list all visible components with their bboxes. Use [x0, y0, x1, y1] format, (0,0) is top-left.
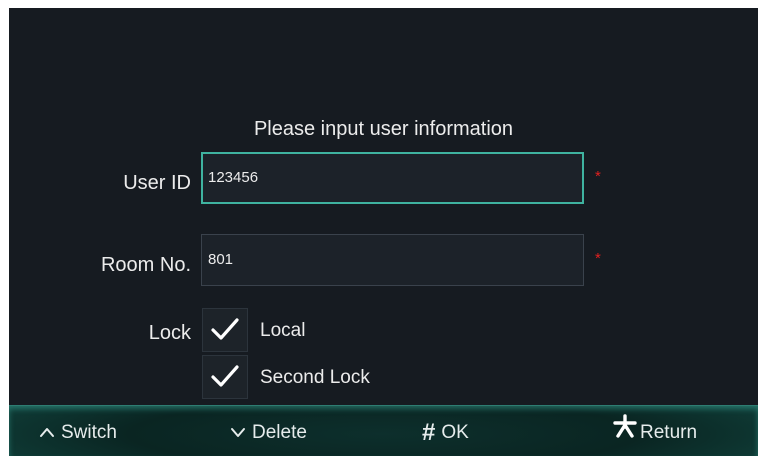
- local-lock-label: Local: [260, 320, 306, 341]
- ok-key[interactable]: # OK: [422, 406, 469, 456]
- delete-key-label: Delete: [252, 422, 307, 444]
- chevron-down-icon: [230, 406, 246, 456]
- bottom-key-bar: Switch Delete # OK Return: [9, 405, 758, 456]
- room-no-field[interactable]: 801: [201, 234, 584, 286]
- delete-key[interactable]: Delete: [230, 406, 307, 456]
- asterisk-icon: [613, 406, 637, 456]
- room-no-label: Room No.: [100, 254, 191, 276]
- screen: Please input user information User ID 12…: [9, 8, 758, 456]
- checkmark-icon: [211, 365, 239, 387]
- checkmark-icon: [211, 318, 239, 340]
- form-heading: Please input user information: [253, 118, 514, 140]
- switch-key[interactable]: Switch: [39, 406, 117, 456]
- room-no-required-mark: *: [595, 250, 601, 267]
- switch-key-label: Switch: [61, 422, 117, 444]
- hash-icon: #: [422, 418, 436, 446]
- lock-label: Lock: [148, 322, 191, 344]
- chevron-up-icon: [39, 406, 55, 456]
- user-id-required-mark: *: [595, 168, 601, 185]
- return-key[interactable]: Return: [613, 406, 697, 456]
- local-lock-checkbox[interactable]: [202, 308, 248, 352]
- ok-key-label: OK: [441, 422, 469, 443]
- user-id-field[interactable]: 123456: [201, 152, 584, 204]
- second-lock-label: Second Lock: [260, 367, 370, 388]
- user-id-label: User ID: [123, 172, 191, 194]
- second-lock-checkbox[interactable]: [202, 355, 248, 399]
- return-key-label: Return: [640, 422, 698, 444]
